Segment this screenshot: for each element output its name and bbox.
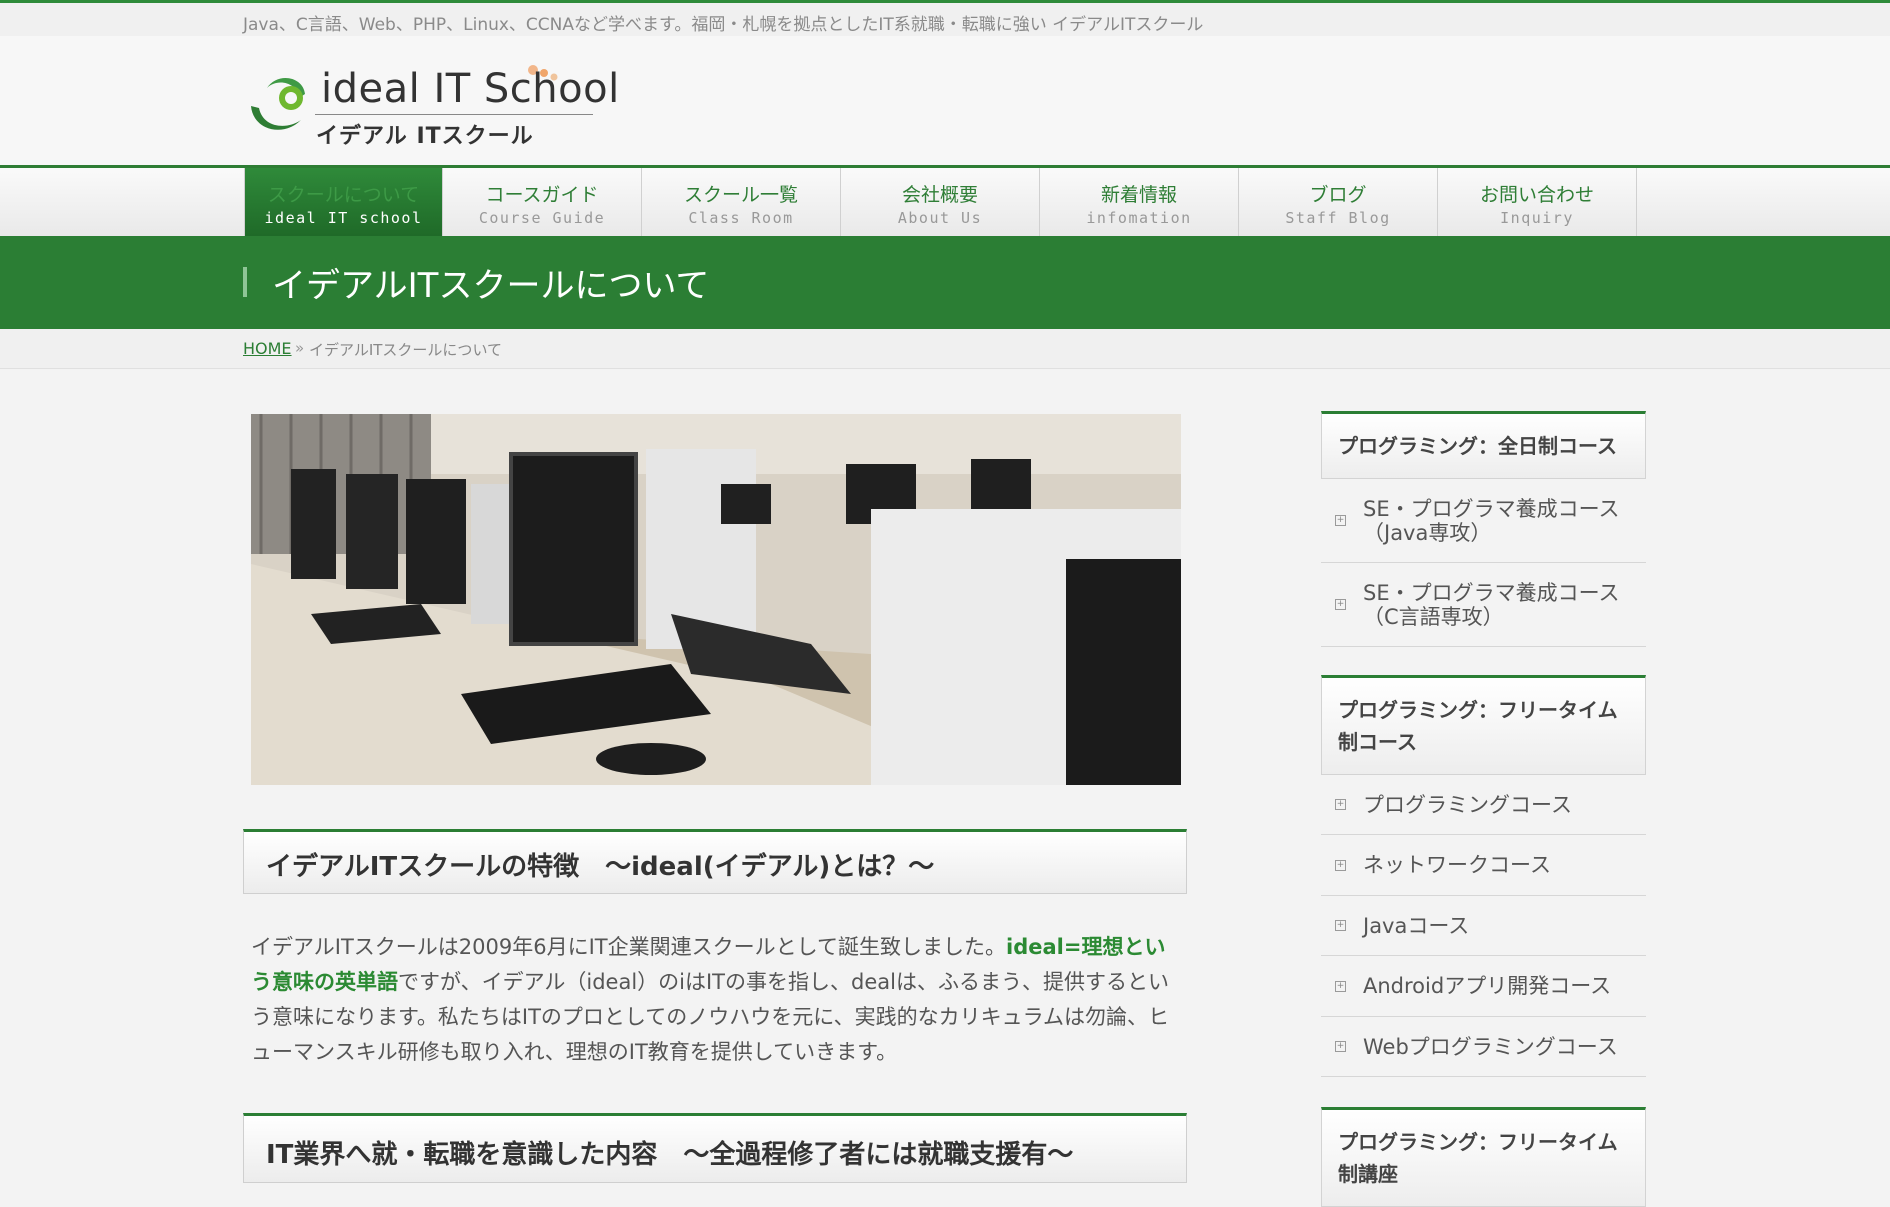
sidebar-item-java[interactable]: + Javaコース (1321, 896, 1646, 956)
classroom-illustration (251, 414, 1181, 785)
nav-item-about-school[interactable]: スクールについて ideal IT school (244, 168, 443, 236)
nav-label-en: infomation (1086, 209, 1192, 227)
page-title-bar: イデアルITスクールについて (0, 236, 1890, 329)
section-heading-features: イデアルITスクールの特徴 ～ideal(イデアル)とは？～ (266, 852, 935, 882)
breadcrumb-home-link[interactable]: HOME (243, 339, 292, 358)
plus-box-icon: + (1335, 599, 1346, 610)
plus-box-icon: + (1335, 515, 1346, 526)
nav-item-class-room[interactable]: スクール一覧 Class Room (642, 168, 841, 236)
sidebar-item-label: ネットワークコース (1363, 853, 1551, 877)
nav-item-inquiry[interactable]: お問い合わせ Inquiry (1438, 168, 1637, 236)
nav-label-en: ideal IT school (264, 209, 423, 227)
nav-label-ja: ブログ (1309, 184, 1367, 206)
sidebar-list-fulltime: + SE・プログラマ養成コース（Java専攻） + SE・プログラマ養成コース（… (1321, 479, 1646, 647)
plus-box-icon: + (1335, 799, 1346, 810)
sidebar-item-android[interactable]: + Androidアプリ開発コース (1321, 956, 1646, 1017)
nav-item-about-us[interactable]: 会社概要 About Us (841, 168, 1040, 236)
intro-paragraph: イデアルITスクールは2009年6月にIT企業関連スクールとして誕生致しました。… (251, 930, 1181, 1070)
sidebar-item-se-java[interactable]: + SE・プログラマ養成コース（Java専攻） (1321, 479, 1646, 563)
logo-divider (315, 114, 593, 115)
page-title: イデアルITスクールについて (272, 266, 710, 306)
intro-text-1: イデアルITスクールは2009年6月にIT企業関連スクールとして誕生致しました。 (251, 935, 1007, 959)
sidebar-item-se-c[interactable]: + SE・プログラマ養成コース（C言語専攻） (1321, 563, 1646, 647)
breadcrumb: HOME » イデアルITスクールについて (0, 329, 1890, 369)
breadcrumb-current: イデアルITスクールについて (309, 341, 502, 359)
sidebar-heading-freetime-lecture: プログラミング：フリータイム制講座 (1321, 1107, 1646, 1207)
plus-box-icon: + (1335, 980, 1346, 992)
nav-label-ja: スクールについて (267, 184, 420, 206)
sidebar-heading-freetime-course: プログラミング：フリータイム制コース (1321, 675, 1646, 775)
site-logo[interactable]: ideal IT School イデアル ITスクール (243, 60, 619, 150)
section-heading-box-career: IT業界へ就・転職を意識した内容 ～全過程修了者には就職支援有～ (243, 1113, 1187, 1183)
sidebar-item-network[interactable]: + ネットワークコース (1321, 835, 1646, 896)
nav-label-en: About Us (897, 209, 983, 227)
sidebar-item-label: Webプログラミングコース (1363, 1034, 1618, 1059)
nav-label-en: Staff Blog (1285, 209, 1391, 227)
nav-label-en: Inquiry (1500, 209, 1574, 227)
sidebar-item-label: プログラミングコース (1363, 792, 1572, 817)
nav-label-ja: 会社概要 (901, 184, 978, 206)
section-heading-career: IT業界へ就・転職を意識した内容 ～全過程修了者には就職支援有～ (266, 1140, 1074, 1170)
sidebar-heading-fulltime: プログラミング：全日制コース (1321, 411, 1646, 479)
sidebar-item-label: SE・プログラマ養成コース（C言語専攻） (1363, 580, 1620, 629)
sidebar-item-label: Androidアプリ開発コース (1363, 974, 1612, 998)
sidebar-item-label: Javaコース (1363, 913, 1470, 938)
nav-label-ja: お問い合わせ (1479, 184, 1594, 206)
site-tagline-bar: Java、C言語、Web、PHP、Linux、CCNAなど学べます。福岡・札幌を… (0, 3, 1890, 36)
sidebar-item-web[interactable]: + Webプログラミングコース (1321, 1017, 1646, 1077)
nav-label-ja: コースガイド (485, 184, 599, 206)
logo-text-ja: イデアル ITスクール (316, 124, 534, 149)
nav-label-en: Course Guide (478, 209, 606, 227)
title-accent-bar (243, 267, 247, 297)
nav-item-staff-blog[interactable]: ブログ Staff Blog (1239, 168, 1438, 236)
sidebar-list-freetime: + プログラミングコース + ネットワークコース + Javaコース + And… (1321, 775, 1646, 1077)
site-tagline: Java、C言語、Web、PHP、Linux、CCNAなど学べます。福岡・札幌を… (243, 15, 1204, 35)
classroom-photo (251, 414, 1181, 785)
sidebar-item-programming[interactable]: + プログラミングコース (1321, 775, 1646, 835)
nav-item-information[interactable]: 新着情報 infomation (1040, 168, 1239, 236)
breadcrumb-separator: » (295, 339, 305, 357)
plus-box-icon: + (1335, 1041, 1346, 1052)
nav-label-ja: スクール一覧 (683, 184, 798, 206)
nav-item-course-guide[interactable]: コースガイド Course Guide (443, 168, 642, 236)
global-nav: スクールについて ideal IT school コースガイド Course G… (0, 165, 1890, 236)
logo-text-en: ideal IT School (321, 66, 620, 112)
plus-box-icon: + (1335, 859, 1346, 871)
plus-box-icon: + (1335, 920, 1346, 931)
section-heading-box-features: イデアルITスクールの特徴 ～ideal(イデアル)とは？～ (243, 829, 1187, 894)
sidebar: プログラミング：全日制コース + SE・プログラマ養成コース（Java専攻） +… (1321, 411, 1646, 1207)
sidebar-item-label: SE・プログラマ養成コース（Java専攻） (1363, 496, 1620, 545)
nav-label-ja: 新着情報 (1100, 184, 1177, 206)
nav-label-en: Class Room (688, 209, 794, 227)
logo-swirl-icon (251, 77, 305, 130)
